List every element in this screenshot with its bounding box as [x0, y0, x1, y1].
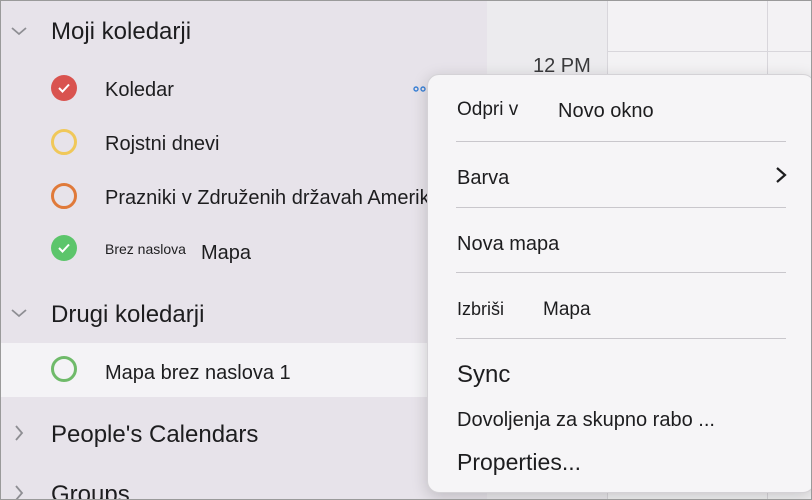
menu-item-label: Barva — [457, 167, 510, 189]
calendar-item-untitled-folder[interactable]: Brez naslova Mapa — [1, 223, 487, 275]
menu-item-value: Novo okno — [558, 100, 654, 122]
section-title: People's Calendars — [51, 421, 259, 448]
calendar-sidebar: Moji koledarji Koledar Rojstni dnevi Pra… — [1, 1, 487, 499]
calendar-item-untitled-folder-1[interactable]: Mapa brez naslova 1 — [1, 343, 441, 397]
calendar-item-label: Mapa — [201, 242, 252, 264]
checked-checkbox-icon[interactable] — [51, 235, 77, 261]
chevron-down-icon[interactable] — [9, 21, 29, 41]
section-groups[interactable]: Groups — [1, 473, 487, 500]
section-peoples-calendars[interactable]: People's Calendars — [1, 413, 487, 453]
menu-divider — [456, 338, 786, 339]
context-menu: Odpri v Novo okno Barva Nova mapa Izbriš… — [427, 74, 811, 493]
unchecked-checkbox-icon[interactable] — [51, 356, 77, 382]
section-title: Groups — [51, 481, 130, 500]
app-window: 12 PM Moji koledarji Koledar Rojstni dne… — [0, 0, 812, 500]
menu-divider — [456, 207, 786, 208]
menu-item-label: Izbriši — [457, 299, 505, 319]
menu-divider — [456, 272, 786, 273]
unchecked-checkbox-icon[interactable] — [51, 129, 77, 155]
menu-item-value: Mapa — [543, 299, 591, 320]
calendar-item-label: Rojstni dnevi — [105, 133, 220, 155]
section-my-calendars[interactable]: Moji koledarji — [1, 11, 487, 51]
menu-item-label: Odpri v — [457, 99, 519, 120]
chevron-down-icon[interactable] — [9, 303, 29, 323]
section-title: Moji koledarji — [51, 18, 192, 45]
section-title: Drugi koledarji — [51, 301, 205, 328]
calendar-item-birthdays[interactable]: Rojstni dnevi — [1, 117, 487, 169]
calendar-item-label: Prazniki v Združenih državah Amerike — [105, 187, 441, 209]
checked-checkbox-icon[interactable] — [51, 75, 77, 101]
chevron-right-icon — [776, 167, 787, 183]
menu-item-label: Properties... — [457, 449, 581, 475]
menu-item-label: Sync — [457, 361, 511, 388]
calendar-item-label: Brez naslova — [105, 241, 186, 257]
calendar-item-label: Koledar — [105, 79, 174, 101]
calendar-item-us-holidays[interactable]: Prazniki v Združenih državah Amerike — [1, 171, 487, 223]
chevron-right-icon[interactable] — [9, 483, 29, 499]
grid-line — [607, 51, 811, 52]
menu-divider — [456, 141, 786, 142]
section-other-calendars[interactable]: Drugi koledarji — [1, 293, 487, 333]
menu-item-label: Nova mapa — [457, 233, 560, 255]
calendar-item-label: Mapa brez naslova 1 — [105, 362, 291, 384]
unchecked-checkbox-icon[interactable] — [51, 183, 77, 209]
menu-item-label: Dovoljenja za skupno rabo ... — [457, 409, 715, 431]
chevron-right-icon[interactable] — [9, 423, 29, 443]
